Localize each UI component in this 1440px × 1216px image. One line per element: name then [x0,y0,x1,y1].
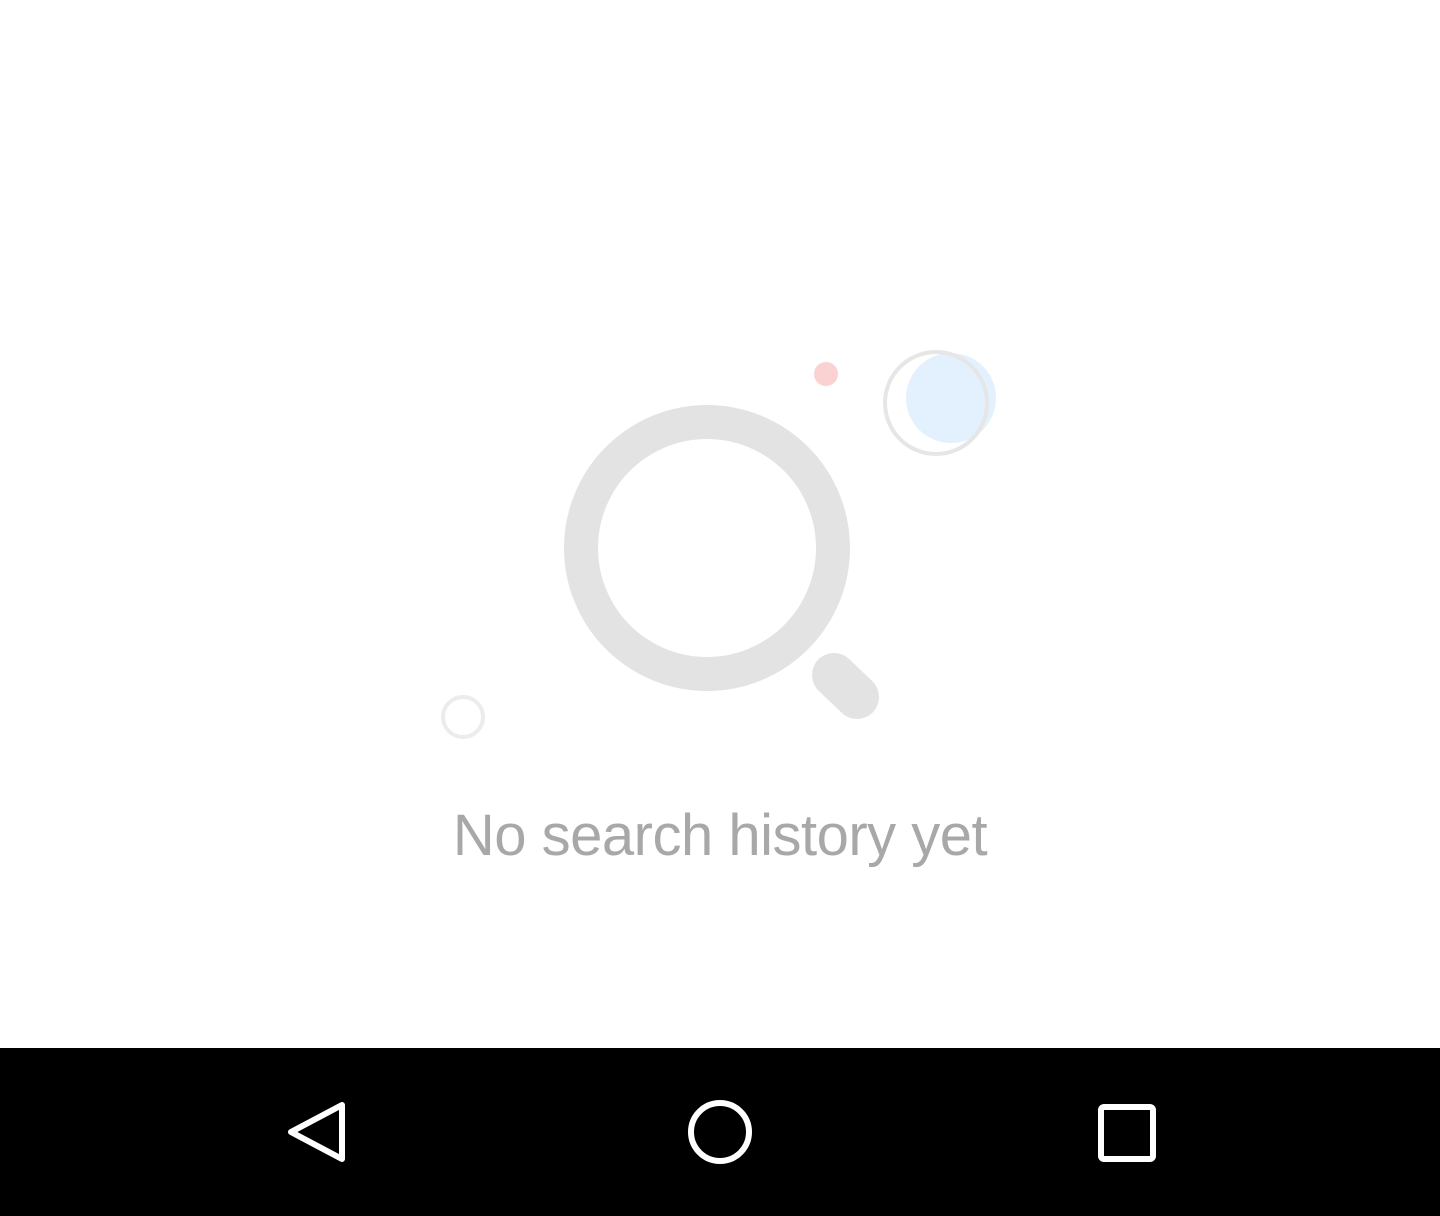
recents-square-icon [1098,1104,1156,1162]
app-screen: No search history yet [0,0,1440,1216]
search-history-panel: No search history yet [0,0,1440,1048]
search-icon [564,405,879,719]
system-navigation-bar [0,1048,1440,1216]
pink-dot-icon [814,362,838,386]
back-button[interactable] [236,1048,396,1216]
small-bubble-icon [441,695,485,739]
home-button[interactable] [640,1048,800,1216]
back-triangle-icon [288,1102,345,1162]
empty-state-illustration [441,350,996,739]
recents-button[interactable] [1046,1048,1206,1216]
empty-state-message: No search history yet [452,803,988,868]
blue-bubble-icon [883,350,996,456]
home-circle-icon [688,1100,752,1164]
